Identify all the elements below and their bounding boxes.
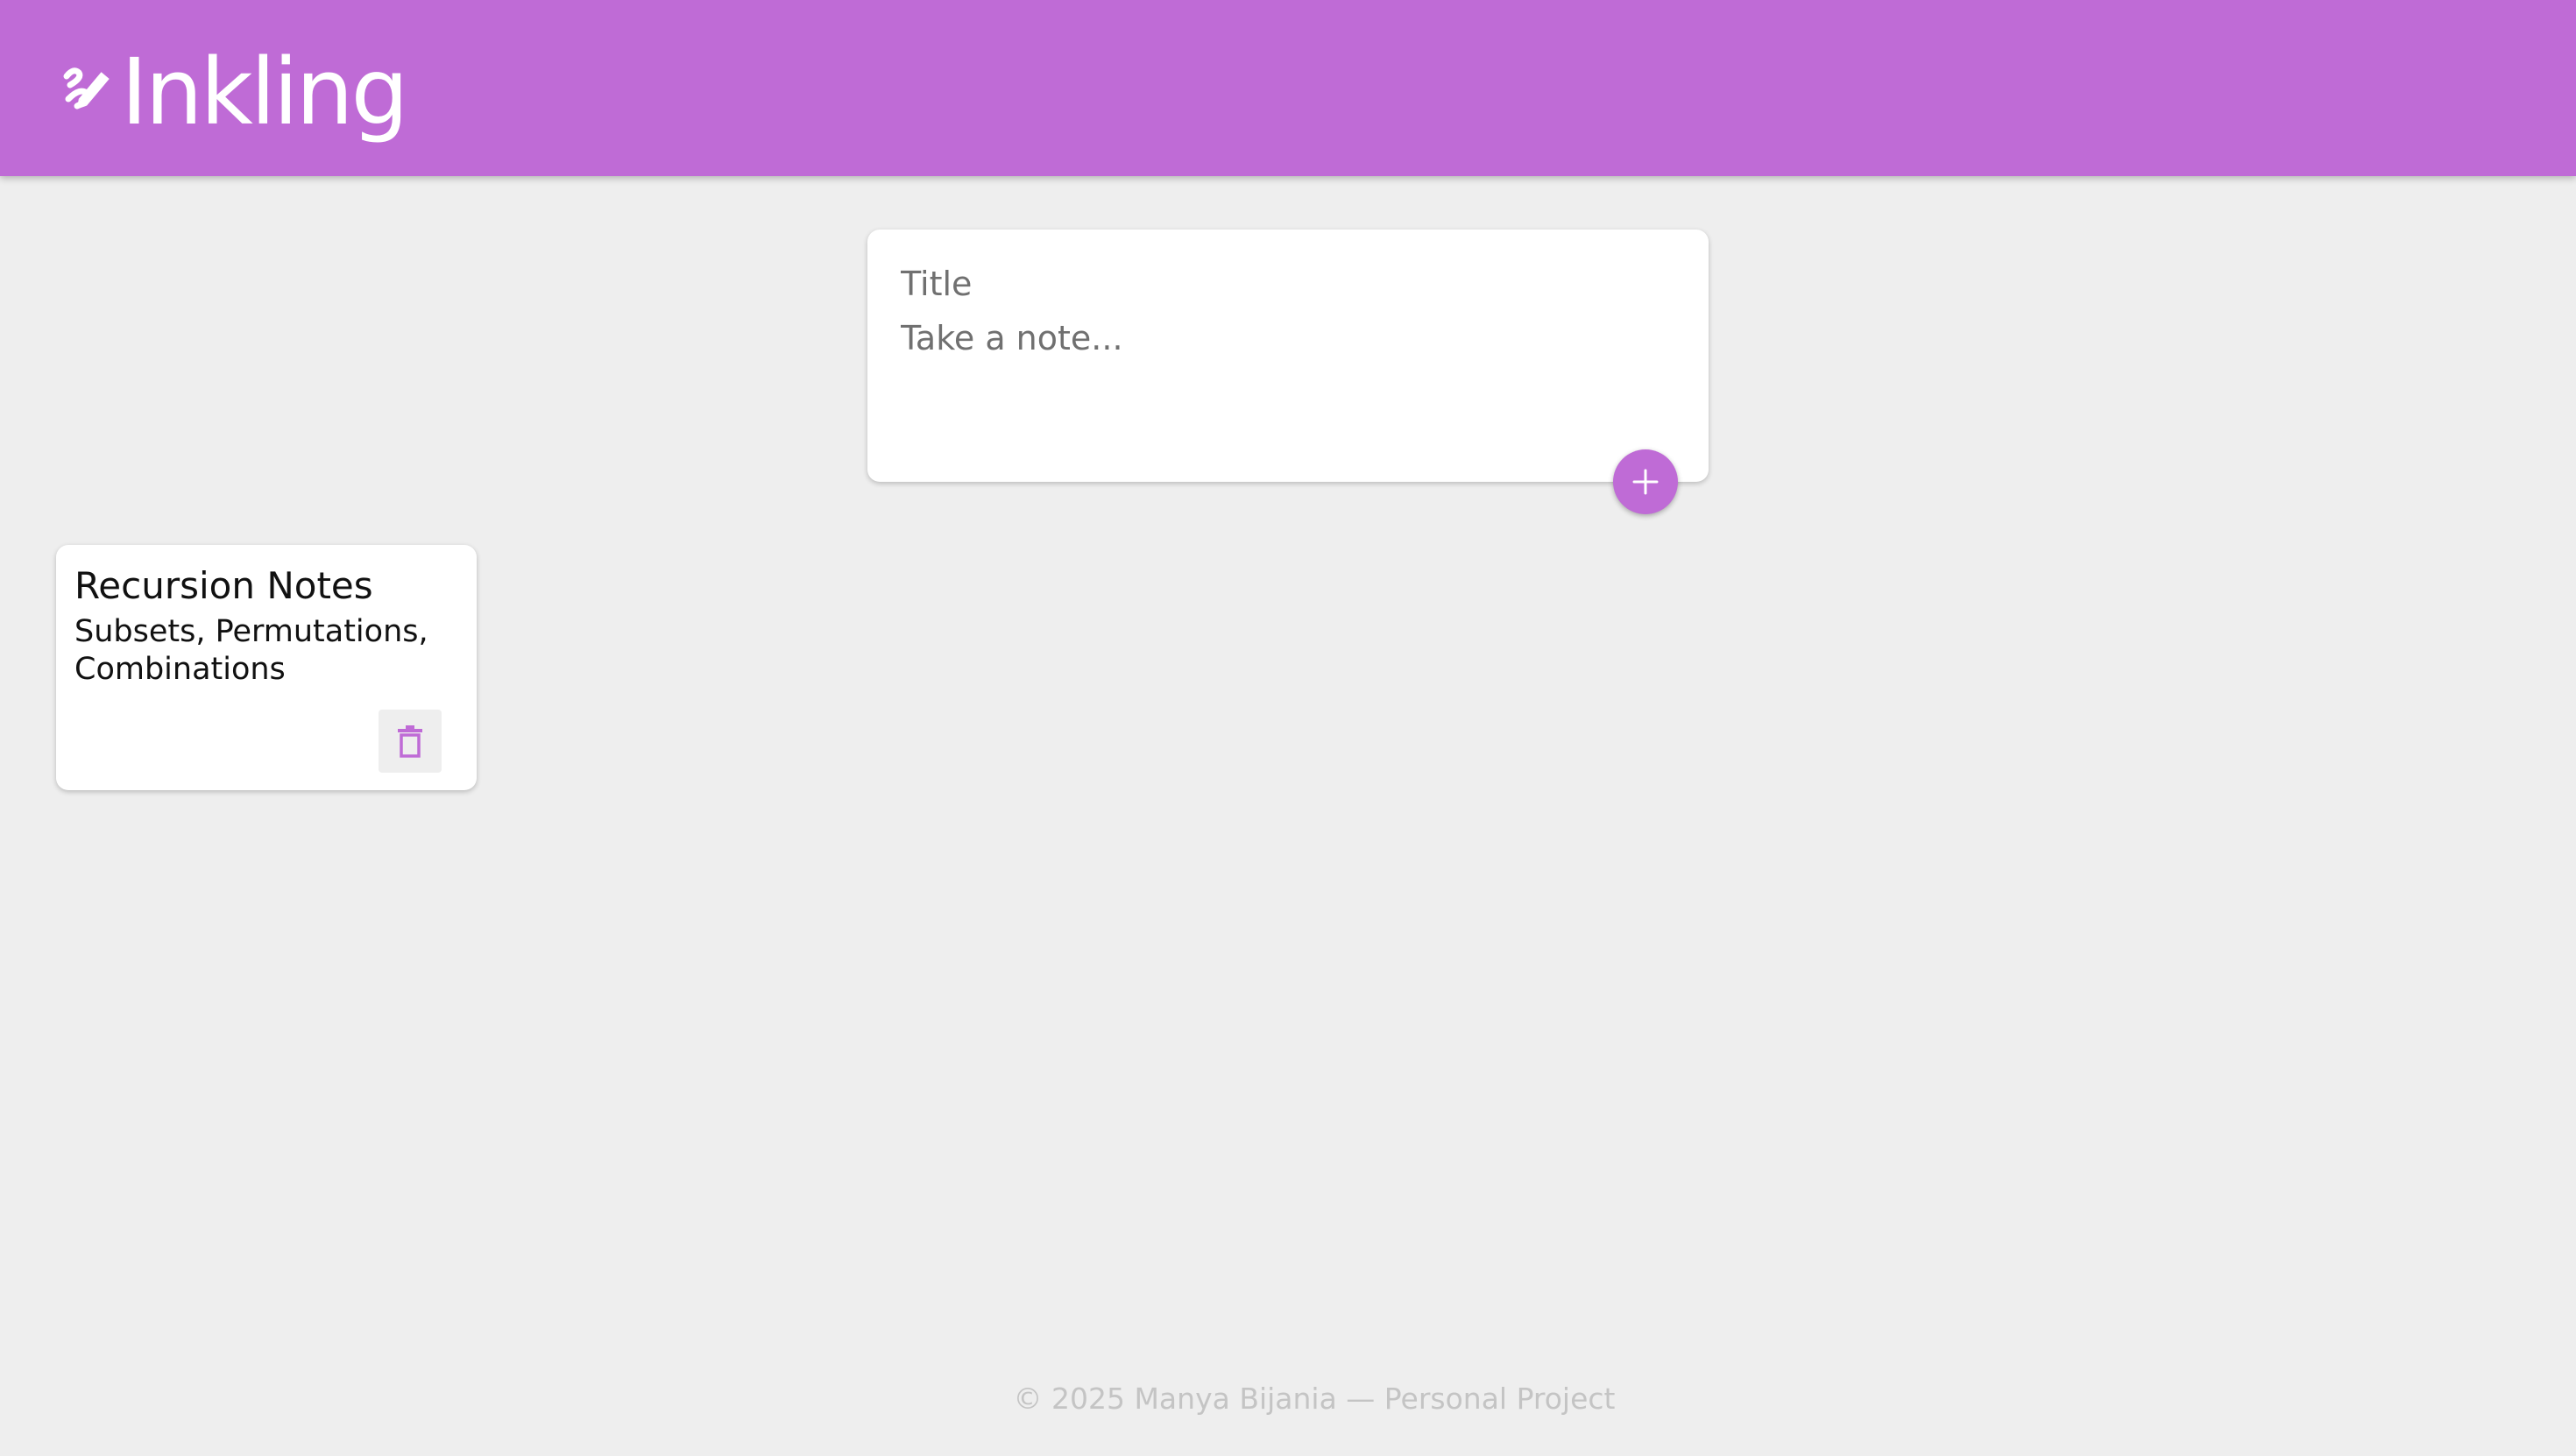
note-title: Recursion Notes	[74, 564, 373, 607]
delete-note-button[interactable]	[379, 710, 442, 773]
add-note-button[interactable]	[1613, 449, 1678, 514]
note-input[interactable]	[901, 314, 1672, 445]
app-name: Inkling	[121, 39, 409, 145]
note-card: Recursion Notes Subsets, Permutations, C…	[56, 545, 477, 790]
footer: © 2025 Manya Bijania — Personal Project	[1013, 1382, 1616, 1416]
plus-icon	[1632, 469, 1659, 495]
trash-icon	[398, 725, 422, 758]
brand: Inkling	[61, 35, 409, 149]
app-header: Inkling	[0, 0, 2576, 176]
note-composer	[867, 230, 1709, 482]
note-content: Subsets, Permutations, Combinations	[74, 614, 428, 687]
pencil-scribble-icon	[63, 67, 110, 110]
title-input[interactable]	[901, 258, 1672, 310]
